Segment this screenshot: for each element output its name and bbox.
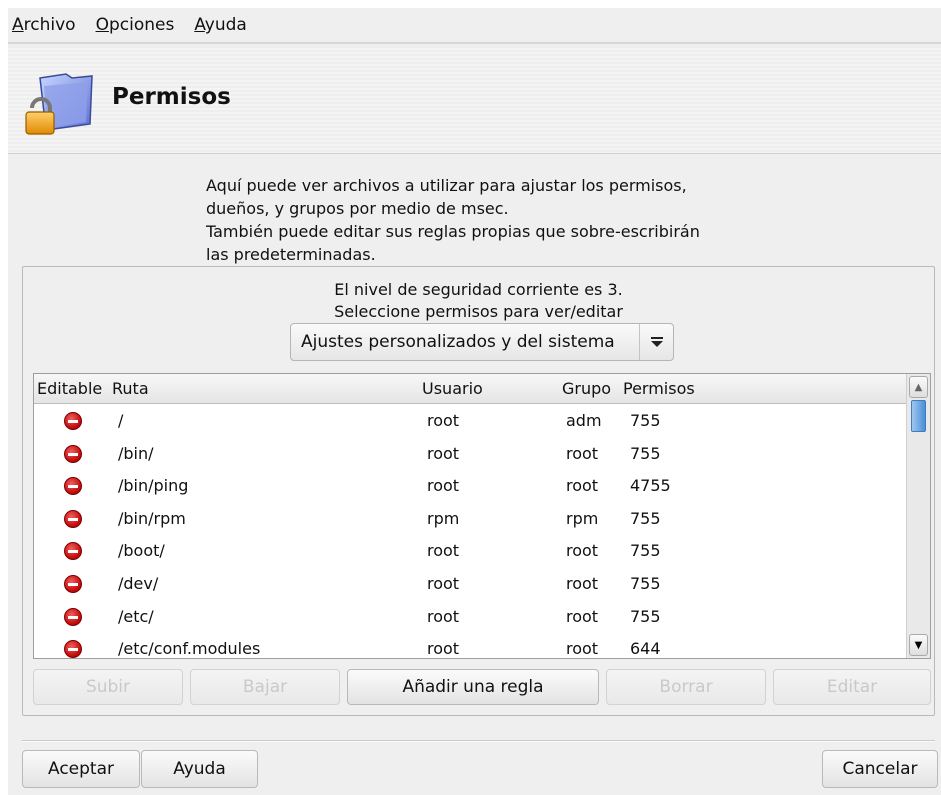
column-permissions[interactable]: Permisos xyxy=(623,379,695,398)
move-down-button[interactable]: Bajar xyxy=(190,669,340,705)
not-editable-icon xyxy=(64,444,82,463)
table-row[interactable]: /bin/ root root 755 xyxy=(34,438,907,471)
column-user[interactable]: Usuario xyxy=(422,379,483,398)
menu-archivo[interactable]: Archivo xyxy=(12,15,76,35)
page-title: Permisos xyxy=(112,84,231,110)
permissions-window: Archivo Opciones Ayuda Permisos Aquí pue… xyxy=(8,8,941,795)
column-path[interactable]: Ruta xyxy=(112,379,149,398)
table-header: Editable Ruta Usuario Grupo Permisos xyxy=(34,374,907,404)
column-group[interactable]: Grupo xyxy=(562,379,611,398)
vertical-scrollbar[interactable]: ▲ ▼ xyxy=(906,374,930,658)
table-row[interactable]: /bin/ping root root 4755 xyxy=(34,470,907,503)
edit-button[interactable]: Editar xyxy=(773,669,931,705)
add-rule-button[interactable]: Añadir una regla xyxy=(347,669,599,705)
table-row[interactable]: /bin/rpm rpm rpm 755 xyxy=(34,503,907,536)
table-row[interactable]: /etc/ root root 755 xyxy=(34,601,907,634)
security-level-text: El nivel de seguridad corriente es 3. Se… xyxy=(334,280,623,321)
dropdown-arrow-icon[interactable] xyxy=(639,324,673,360)
table-row[interactable]: /dev/ root root 755 xyxy=(34,568,907,601)
chevron-down-icon xyxy=(650,337,663,347)
permissions-view-select[interactable]: Ajustes personalizados y del sistema xyxy=(290,323,674,361)
table-row[interactable]: /etc/conf.modules root root 644 xyxy=(34,633,907,658)
footer-divider xyxy=(22,740,935,742)
column-editable[interactable]: Editable xyxy=(37,379,102,398)
not-editable-icon xyxy=(64,542,82,561)
move-up-button[interactable]: Subir xyxy=(33,669,183,705)
lock-folder-icon xyxy=(25,73,93,135)
menu-opciones[interactable]: Opciones xyxy=(96,15,175,35)
cancel-button[interactable]: Cancelar xyxy=(822,750,938,788)
scroll-down-icon[interactable]: ▼ xyxy=(909,634,928,656)
accept-button[interactable]: Aceptar xyxy=(22,750,140,788)
not-editable-icon xyxy=(64,509,82,528)
scrollbar-thumb[interactable] xyxy=(911,400,926,432)
not-editable-icon xyxy=(64,574,82,593)
permissions-table: Editable Ruta Usuario Grupo Permisos / r… xyxy=(33,373,931,659)
table-row[interactable]: / root adm 755 xyxy=(34,405,907,438)
menu-ayuda[interactable]: Ayuda xyxy=(194,15,247,35)
not-editable-icon xyxy=(64,607,82,626)
not-editable-icon xyxy=(64,412,82,430)
help-button[interactable]: Ayuda xyxy=(141,750,258,788)
scroll-up-icon[interactable]: ▲ xyxy=(909,376,928,398)
delete-button[interactable]: Borrar xyxy=(606,669,766,705)
description: Aquí puede ver archivos a utilizar para … xyxy=(206,176,700,264)
table-row[interactable]: /boot/ root root 755 xyxy=(34,535,907,568)
not-editable-icon xyxy=(64,477,82,496)
not-editable-icon xyxy=(64,640,82,658)
menubar: Archivo Opciones Ayuda xyxy=(8,8,941,44)
header-banner: Permisos xyxy=(8,46,941,154)
table-body: / root adm 755 /bin/ root root 755 /bin/… xyxy=(34,405,907,658)
permissions-group: El nivel de seguridad corriente es 3. Se… xyxy=(22,266,935,716)
